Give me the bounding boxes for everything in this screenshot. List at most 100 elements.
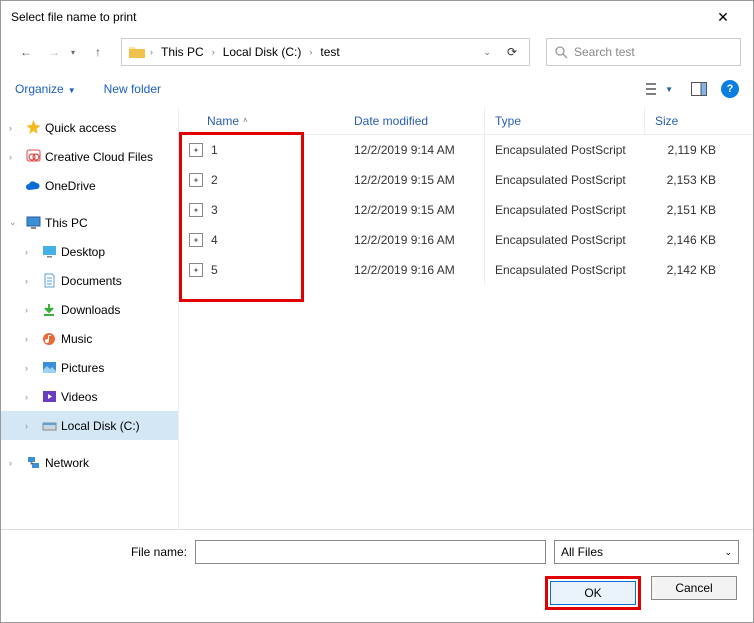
file-pane: Name˄ Date modified Type Size ✦112/2/201… <box>179 107 753 529</box>
forward-icon[interactable]: → <box>43 41 65 63</box>
chevron-right-icon[interactable]: › <box>25 276 39 286</box>
search-placeholder: Search test <box>574 45 635 59</box>
sidebar-item-music[interactable]: ›Music <box>1 324 178 353</box>
chevron-right-icon[interactable]: › <box>9 123 23 133</box>
sidebar-item-this-pc[interactable]: ⌄ This PC <box>1 208 178 237</box>
cloud-icon <box>23 180 43 192</box>
file-type: Encapsulated PostScript <box>484 255 644 285</box>
download-icon <box>39 303 59 317</box>
chevron-right-icon[interactable]: › <box>9 458 23 468</box>
file-date: 12/2/2019 9:16 AM <box>344 263 484 277</box>
button-row: OK Cancel <box>15 576 739 610</box>
sidebar-item-videos[interactable]: ›Videos <box>1 382 178 411</box>
back-icon[interactable]: ← <box>15 41 37 63</box>
file-name: 2 <box>211 173 218 187</box>
file-date: 12/2/2019 9:16 AM <box>344 233 484 247</box>
file-type: Encapsulated PostScript <box>484 195 644 225</box>
file-icon: ✦ <box>189 143 203 157</box>
help-icon[interactable]: ? <box>721 80 739 98</box>
chevron-right-icon[interactable]: › <box>307 47 314 57</box>
refresh-icon[interactable]: ⟳ <box>499 45 525 59</box>
file-type: Encapsulated PostScript <box>484 225 644 255</box>
address-bar[interactable]: › This PC › Local Disk (C:) › test ⌄ ⟳ <box>121 38 530 66</box>
file-icon: ✦ <box>189 233 203 247</box>
file-type: Encapsulated PostScript <box>484 135 644 165</box>
chevron-down-icon[interactable]: ⌄ <box>9 217 23 228</box>
file-icon: ✦ <box>189 203 203 217</box>
monitor-icon <box>23 216 43 230</box>
file-type-filter[interactable]: All Files ⌄ <box>554 540 739 564</box>
body: › Quick access › Creative Cloud Files On… <box>1 107 753 529</box>
toolbar: Organize▼ New folder ▼ ? <box>1 71 753 107</box>
chevron-right-icon[interactable]: › <box>25 334 39 344</box>
file-row[interactable]: ✦212/2/2019 9:15 AMEncapsulated PostScri… <box>179 165 753 195</box>
file-size: 2,151 KB <box>644 203 734 217</box>
column-headers: Name˄ Date modified Type Size <box>179 107 753 135</box>
sidebar-item-desktop[interactable]: ›Desktop <box>1 237 178 266</box>
file-row[interactable]: ✦ 3 12/2/2019 9:15 AMEncapsulated PostScri… <box>179 195 753 225</box>
file-row[interactable]: ✦112/2/2019 9:14 AMEncapsulated PostScri… <box>179 135 753 165</box>
sort-indicator-icon: ˄ <box>243 116 248 125</box>
filename-row: File name: All Files ⌄ <box>15 540 739 564</box>
col-name[interactable]: Name˄ <box>179 114 344 128</box>
sidebar-item-downloads[interactable]: ›Downloads <box>1 295 178 324</box>
close-icon[interactable]: ✕ <box>703 9 743 26</box>
preview-pane-icon[interactable] <box>687 78 711 100</box>
sidebar-item-documents[interactable]: ›Documents <box>1 266 178 295</box>
file-date: 12/2/2019 9:15 AM <box>344 203 484 217</box>
footer: File name: All Files ⌄ OK Cancel <box>1 529 753 622</box>
filename-label: File name: <box>15 545 187 559</box>
search-input[interactable]: Search test <box>546 38 741 66</box>
sidebar-item-local-disk[interactable]: ›Local Disk (C:) <box>1 411 178 440</box>
sidebar: › Quick access › Creative Cloud Files On… <box>1 107 179 529</box>
crumb-localdisk[interactable]: Local Disk (C:) <box>217 45 308 59</box>
chevron-right-icon[interactable]: › <box>25 363 39 373</box>
chevron-right-icon[interactable]: › <box>25 392 39 402</box>
view-menu-icon[interactable] <box>641 78 665 100</box>
window-title: Select file name to print <box>11 10 703 24</box>
recent-dropdown-icon[interactable]: ▾ <box>71 48 75 57</box>
chevron-right-icon[interactable]: › <box>25 305 39 315</box>
file-size: 2,142 KB <box>644 263 734 277</box>
filename-input[interactable] <box>195 540 546 564</box>
up-icon[interactable]: ↑ <box>87 41 109 63</box>
file-name: 4 <box>211 233 218 247</box>
videos-icon <box>39 390 59 403</box>
sidebar-item-onedrive[interactable]: OneDrive <box>1 171 178 200</box>
nav-row: ← → ▾ ↑ › This PC › Local Disk (C:) › te… <box>1 33 753 71</box>
crumb-thispc[interactable]: This PC <box>155 45 210 59</box>
sidebar-item-creative-cloud[interactable]: › Creative Cloud Files <box>1 142 178 171</box>
chevron-right-icon[interactable]: › <box>210 47 217 57</box>
network-icon <box>23 456 43 469</box>
file-date: 12/2/2019 9:15 AM <box>344 173 484 187</box>
file-row[interactable]: ✦ 4 12/2/2019 9:16 AMEncapsulated PostScri… <box>179 225 753 255</box>
sidebar-item-network[interactable]: ›Network <box>1 448 178 477</box>
file-icon: ✦ <box>189 173 203 187</box>
organize-button[interactable]: Organize▼ <box>15 82 76 96</box>
file-row[interactable]: ✦512/2/2019 9:16 AMEncapsulated PostScri… <box>179 255 753 285</box>
music-icon <box>39 332 59 346</box>
address-dropdown-icon[interactable]: ⌄ <box>475 47 499 58</box>
chevron-right-icon[interactable]: › <box>148 47 155 57</box>
chevron-right-icon[interactable]: › <box>25 421 39 431</box>
titlebar: Select file name to print ✕ <box>1 1 753 33</box>
crumb-test[interactable]: test <box>314 45 345 59</box>
new-folder-button[interactable]: New folder <box>104 82 161 96</box>
file-dialog: Select file name to print ✕ ← → ▾ ↑ › Th… <box>0 0 754 623</box>
file-name: 3 <box>211 203 218 217</box>
sidebar-item-pictures[interactable]: ›Pictures <box>1 353 178 382</box>
col-type[interactable]: Type <box>484 107 644 134</box>
disk-icon <box>39 420 59 432</box>
highlight-box: OK <box>545 576 641 610</box>
chevron-right-icon[interactable]: › <box>9 152 23 162</box>
ok-button[interactable]: OK <box>550 581 636 605</box>
file-size: 2,153 KB <box>644 173 734 187</box>
document-icon <box>39 273 59 288</box>
chevron-right-icon[interactable]: › <box>25 247 39 257</box>
col-size[interactable]: Size <box>644 107 734 134</box>
chevron-down-icon[interactable]: ▼ <box>665 85 673 94</box>
cancel-button[interactable]: Cancel <box>651 576 737 600</box>
col-date[interactable]: Date modified <box>344 114 484 128</box>
sidebar-item-quick-access[interactable]: › Quick access <box>1 113 178 142</box>
star-icon <box>23 120 43 135</box>
